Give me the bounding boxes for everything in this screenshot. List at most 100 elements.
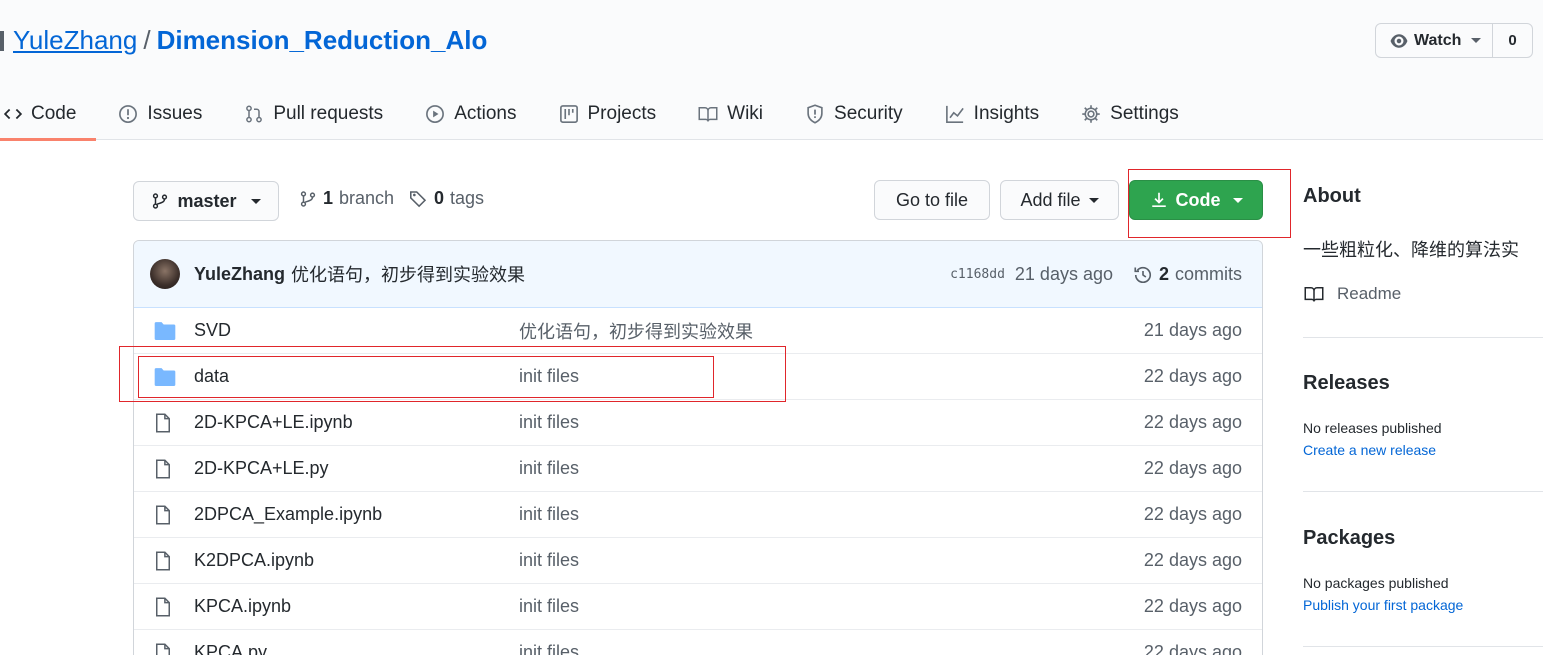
code-download-button[interactable]: Code: [1129, 180, 1263, 220]
watch-count[interactable]: 0: [1493, 24, 1532, 57]
file-commit-message[interactable]: 优化语句，初步得到实验效果: [519, 318, 753, 344]
about-heading: About: [1303, 185, 1361, 207]
table-row[interactable]: KPCA.ipynb init files 22 days ago: [134, 584, 1262, 630]
sidebar-divider: [1303, 337, 1543, 338]
file-commit-message[interactable]: init files: [519, 642, 579, 655]
tab-settings[interactable]: Settings: [1059, 88, 1199, 140]
go-to-file-button[interactable]: Go to file: [874, 180, 990, 220]
file-age: 22 days ago: [1143, 504, 1242, 524]
watch-button[interactable]: Watch: [1376, 24, 1493, 57]
commit-author-link[interactable]: YuleZhang: [194, 264, 285, 285]
tab-wiki[interactable]: Wiki: [676, 88, 783, 140]
tab-code[interactable]: Code: [0, 88, 97, 141]
tab-issues[interactable]: Issues: [96, 88, 222, 140]
table-row[interactable]: KPCA.py init files 22 days ago: [134, 630, 1262, 655]
table-row[interactable]: 2D-KPCA+LE.py init files 22 days ago: [134, 446, 1262, 492]
repo-name-link[interactable]: Dimension_Reduction_Alo: [157, 25, 488, 55]
file-name-link[interactable]: 2D-KPCA+LE.py: [194, 458, 329, 479]
tab-actions[interactable]: Actions: [403, 88, 536, 140]
file-age: 22 days ago: [1143, 596, 1242, 616]
commit-sha-link[interactable]: c1168dd: [950, 267, 1005, 282]
tab-security[interactable]: Security: [783, 88, 923, 140]
file-commit-message[interactable]: init files: [519, 412, 579, 433]
tab-projects[interactable]: Projects: [537, 88, 677, 140]
file-icon: [154, 643, 172, 655]
branch-select-button[interactable]: master: [133, 181, 279, 221]
file-commit-message[interactable]: init files: [519, 504, 579, 525]
file-list: YuleZhang 优化语句，初步得到实验效果 c1168dd 21 days …: [133, 240, 1263, 655]
about-description: 一些粗粒化、降维的算法实: [1303, 240, 1519, 260]
shield-icon: [805, 104, 825, 124]
file-icon: [154, 597, 172, 617]
table-row[interactable]: 2D-KPCA+LE.ipynb init files 22 days ago: [134, 400, 1262, 446]
commit-message-link[interactable]: 优化语句，初步得到实验效果: [291, 261, 525, 287]
file-name-link[interactable]: KPCA.ipynb: [194, 596, 291, 617]
branch-count: 1: [323, 188, 334, 208]
publish-package-link[interactable]: Publish your first package: [1303, 597, 1463, 613]
repo-separator: /: [143, 25, 151, 55]
repo-title: YuleZhang / Dimension_Reduction_Alo: [13, 25, 487, 56]
chevron-down-icon: [1088, 197, 1099, 203]
file-name-link[interactable]: SVD: [194, 320, 231, 341]
releases-heading[interactable]: Releases: [1303, 372, 1390, 395]
chevron-down-icon: [1232, 197, 1243, 203]
file-commit-message[interactable]: init files: [519, 596, 579, 617]
download-icon: [1150, 191, 1168, 209]
table-row[interactable]: 2DPCA_Example.ipynb init files 22 days a…: [134, 492, 1262, 538]
readme-link[interactable]: Readme: [1303, 284, 1401, 304]
code-icon: [4, 105, 22, 123]
issue-icon: [118, 104, 138, 124]
tag-icon: [409, 189, 428, 208]
table-row[interactable]: K2DPCA.ipynb init files 22 days ago: [134, 538, 1262, 584]
avatar[interactable]: [150, 259, 180, 289]
tab-label: Security: [834, 103, 903, 124]
file-name-link[interactable]: K2DPCA.ipynb: [194, 550, 314, 571]
branch-word: branch: [339, 188, 395, 208]
commit-age: 21 days ago: [1014, 264, 1113, 284]
tags-link[interactable]: 0 tags: [409, 188, 484, 209]
tab-insights[interactable]: Insights: [923, 88, 1059, 140]
tag-count: 0: [434, 188, 445, 208]
tab-label: Settings: [1110, 103, 1179, 124]
file-name-link[interactable]: KPCA.py: [194, 642, 267, 655]
add-file-button[interactable]: Add file: [1000, 180, 1119, 220]
file-age: 22 days ago: [1143, 642, 1242, 655]
branch-icon: [151, 192, 169, 210]
file-commit-message[interactable]: init files: [519, 550, 579, 571]
watch-label: Watch: [1414, 31, 1462, 49]
tab-pull-requests[interactable]: Pull requests: [222, 88, 403, 140]
file-age: 22 days ago: [1143, 366, 1242, 386]
tag-word: tags: [450, 188, 485, 208]
file-name-link[interactable]: 2D-KPCA+LE.ipynb: [194, 412, 353, 433]
eye-icon: [1390, 32, 1408, 50]
tab-label: Issues: [147, 103, 203, 124]
table-row[interactable]: SVD 优化语句，初步得到实验效果 21 days ago: [134, 308, 1262, 354]
file-commit-message[interactable]: init files: [519, 458, 579, 479]
readme-label: Readme: [1337, 284, 1402, 303]
repo-nav-tabs: Code Issues Pull requests Actions Projec…: [0, 88, 1199, 141]
book-icon: [1303, 284, 1325, 304]
file-icon: [154, 413, 172, 433]
file-age: 21 days ago: [1143, 320, 1242, 340]
create-release-link[interactable]: Create a new release: [1303, 442, 1436, 458]
commits-link[interactable]: 2 commits: [1133, 264, 1242, 285]
tab-label: Pull requests: [273, 103, 384, 124]
branch-name: master: [177, 190, 237, 211]
sidebar-divider: [1303, 491, 1543, 492]
repo-owner-link[interactable]: YuleZhang: [13, 25, 137, 55]
file-age: 22 days ago: [1143, 550, 1242, 570]
repo-header: YuleZhang / Dimension_Reduction_Alo Watch …: [0, 0, 1543, 141]
commit-count: 2: [1158, 264, 1169, 284]
branches-link[interactable]: 1 branch: [299, 188, 394, 209]
commit-word: commits: [1175, 264, 1242, 284]
commit-meta: c1168dd 21 days ago 2 commits: [950, 241, 1242, 308]
file-commit-message[interactable]: init files: [519, 366, 579, 387]
table-row[interactable]: data init files 22 days ago: [134, 354, 1262, 400]
tab-label: Wiki: [727, 103, 764, 124]
file-age: 22 days ago: [1143, 412, 1242, 432]
file-name-link[interactable]: data: [194, 366, 229, 387]
file-name-link[interactable]: 2DPCA_Example.ipynb: [194, 504, 382, 525]
packages-heading[interactable]: Packages: [1303, 527, 1395, 550]
sidebar-divider: [1303, 646, 1543, 647]
code-button-label: Code: [1175, 189, 1221, 210]
